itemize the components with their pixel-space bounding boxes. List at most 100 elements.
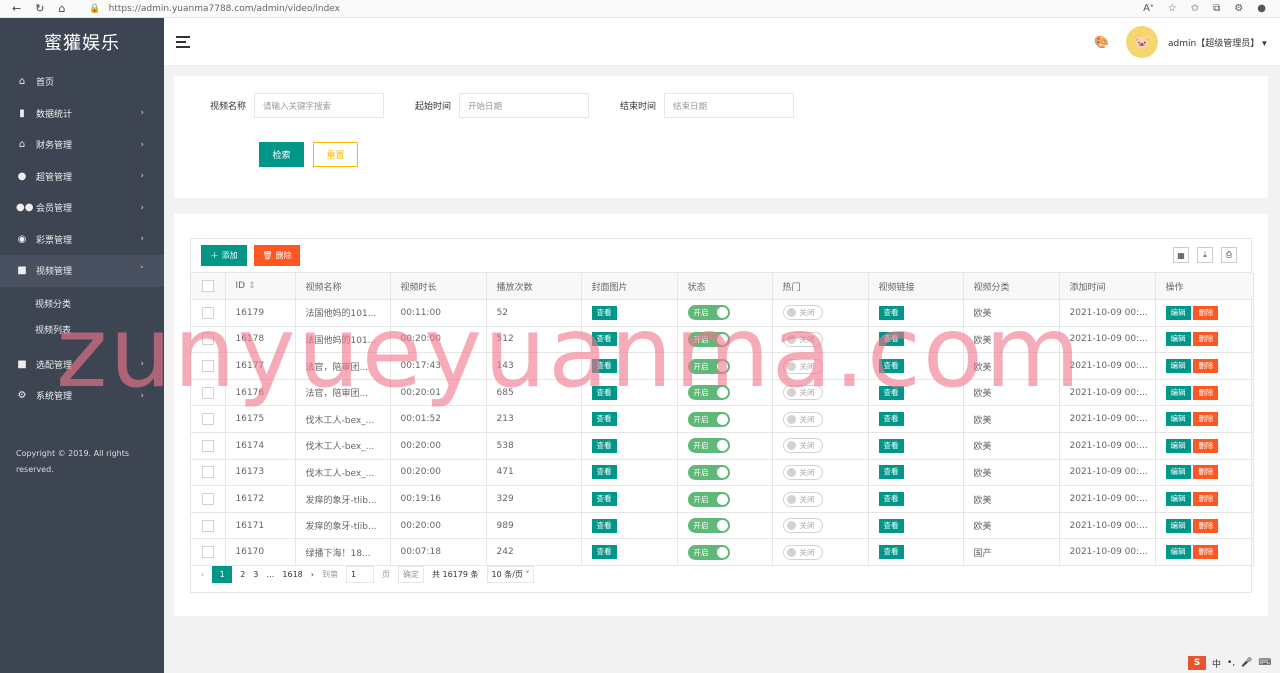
refresh-icon[interactable]: ↻ (35, 2, 44, 15)
sidebar-item-config[interactable]: ■ 选配管理 › (0, 349, 164, 381)
delete-button[interactable]: 删除 (1193, 518, 1219, 533)
view-link-button[interactable]: 查看 (878, 465, 904, 480)
extensions-icon[interactable]: ⚙ (1234, 3, 1243, 14)
status-toggle[interactable]: 开启 (687, 358, 730, 374)
sidebar-item-video[interactable]: ■ 视频管理 ˅ (0, 255, 164, 287)
view-link-button[interactable]: 查看 (878, 438, 904, 453)
status-toggle[interactable]: 开启 (687, 544, 730, 560)
microphone-icon[interactable]: 🎤 (1241, 658, 1252, 668)
sidebar-item-stats[interactable]: ▮ 数据统计 › (0, 98, 164, 130)
ime-logo-icon[interactable]: S (1188, 656, 1206, 670)
status-toggle[interactable]: 开启 (687, 464, 730, 480)
view-link-button[interactable]: 查看 (878, 545, 904, 560)
view-link-button[interactable]: 查看 (878, 305, 904, 320)
hot-toggle[interactable]: 关闭 (782, 464, 823, 480)
row-checkbox[interactable] (202, 386, 214, 399)
user-menu[interactable]: admin【超级管理员】 ▾ (1168, 36, 1267, 49)
edit-button[interactable]: 编辑 (1165, 518, 1191, 533)
delete-button[interactable]: 删除 (1193, 465, 1219, 480)
view-link-button[interactable]: 查看 (878, 332, 904, 347)
keyboard-icon[interactable]: ⌨ (1258, 658, 1271, 668)
status-toggle[interactable]: 开启 (687, 491, 730, 507)
edit-button[interactable]: 编辑 (1165, 438, 1191, 453)
page-3[interactable]: 3 (253, 570, 258, 579)
collections-icon[interactable]: ⧉ (1213, 3, 1220, 14)
sidebar-subitem-video-category[interactable]: 视频分类 (0, 291, 164, 317)
delete-button[interactable]: 删除 (1193, 492, 1219, 507)
view-cover-button[interactable]: 查看 (591, 332, 617, 347)
delete-button[interactable]: 删除 (1193, 412, 1219, 427)
view-cover-button[interactable]: 查看 (591, 305, 617, 320)
columns-filter-icon[interactable]: ▦ (1173, 247, 1189, 263)
hot-toggle[interactable]: 关闭 (782, 358, 823, 374)
view-cover-button[interactable]: 查看 (591, 412, 617, 427)
back-icon[interactable]: ← (12, 2, 21, 15)
ime-punct-icon[interactable]: •, (1227, 658, 1235, 668)
row-checkbox[interactable] (202, 466, 214, 479)
menu-toggle-icon[interactable] (176, 36, 190, 48)
page-last[interactable]: 1618 (282, 570, 302, 579)
read-aloud-icon[interactable]: Aᐩ (1143, 3, 1154, 14)
delete-button[interactable]: 删除 (1193, 438, 1219, 453)
hot-toggle[interactable]: 关闭 (782, 544, 823, 560)
edit-button[interactable]: 编辑 (1165, 332, 1191, 347)
favorites-list-icon[interactable]: ✩ (1191, 3, 1199, 14)
edit-button[interactable]: 编辑 (1165, 412, 1191, 427)
col-id[interactable]: ID ⇕ (225, 273, 296, 301)
per-page-select[interactable]: 10 条/页 ˅ (486, 566, 535, 583)
view-cover-button[interactable]: 查看 (591, 518, 617, 533)
reset-button[interactable]: 重置 (313, 142, 358, 167)
status-toggle[interactable]: 开启 (687, 518, 730, 534)
delete-button[interactable]: 删除 (1193, 359, 1219, 374)
start-date-input[interactable]: 开始日期 (459, 93, 590, 118)
goto-page-input[interactable]: 1 (345, 566, 374, 583)
edit-button[interactable]: 编辑 (1165, 385, 1191, 400)
row-checkbox[interactable] (202, 439, 214, 452)
row-checkbox[interactable] (202, 413, 214, 426)
page-2[interactable]: 2 (240, 570, 245, 579)
next-page-icon[interactable]: › (311, 570, 314, 579)
row-checkbox[interactable] (202, 306, 214, 319)
edit-button[interactable]: 编辑 (1165, 359, 1191, 374)
sidebar-item-home[interactable]: ⌂ 首页 (0, 66, 164, 98)
end-date-input[interactable]: 结束日期 (664, 93, 795, 118)
print-icon[interactable]: ⎙ (1221, 247, 1237, 263)
status-toggle[interactable]: 开启 (687, 438, 730, 454)
hot-toggle[interactable]: 关闭 (782, 491, 823, 507)
ime-chinese-icon[interactable]: 中 (1212, 657, 1221, 670)
sidebar-subitem-video-list[interactable]: 视频列表 (0, 317, 164, 343)
hot-toggle[interactable]: 关闭 (782, 438, 823, 454)
row-checkbox[interactable] (202, 493, 214, 506)
status-toggle[interactable]: 开启 (687, 411, 730, 427)
status-toggle[interactable]: 开启 (687, 385, 730, 401)
view-link-button[interactable]: 查看 (878, 518, 904, 533)
edit-button[interactable]: 编辑 (1165, 492, 1191, 507)
view-link-button[interactable]: 查看 (878, 359, 904, 374)
search-button[interactable]: 检索 (259, 142, 304, 167)
goto-confirm-button[interactable]: 确定 (397, 566, 424, 583)
view-link-button[interactable]: 查看 (878, 492, 904, 507)
sidebar-item-members[interactable]: ●● 会员管理 › (0, 192, 164, 224)
sidebar-item-finance[interactable]: ⌂ 财务管理 › (0, 129, 164, 161)
row-checkbox[interactable] (202, 333, 214, 346)
bulk-delete-button[interactable]: 🗑 删除 (254, 245, 300, 266)
add-button[interactable]: ＋添加 (201, 245, 247, 266)
delete-button[interactable]: 删除 (1193, 332, 1219, 347)
delete-button[interactable]: 删除 (1193, 385, 1219, 400)
edit-button[interactable]: 编辑 (1165, 545, 1191, 560)
status-toggle[interactable]: 开启 (687, 331, 730, 347)
page-current[interactable]: 1 (212, 566, 233, 583)
delete-button[interactable]: 删除 (1193, 545, 1219, 560)
sidebar-item-lottery[interactable]: ◉ 彩票管理 › (0, 224, 164, 256)
row-checkbox[interactable] (202, 360, 214, 373)
view-cover-button[interactable]: 查看 (591, 545, 617, 560)
edit-button[interactable]: 编辑 (1165, 305, 1191, 320)
hot-toggle[interactable]: 关闭 (782, 331, 823, 347)
view-cover-button[interactable]: 查看 (591, 359, 617, 374)
home-icon[interactable]: ⌂ (58, 2, 65, 15)
row-checkbox[interactable] (202, 519, 214, 532)
prev-page-icon[interactable]: ‹ (201, 570, 204, 579)
hot-toggle[interactable]: 关闭 (782, 305, 823, 321)
view-link-button[interactable]: 查看 (878, 412, 904, 427)
hot-toggle[interactable]: 关闭 (782, 385, 823, 401)
